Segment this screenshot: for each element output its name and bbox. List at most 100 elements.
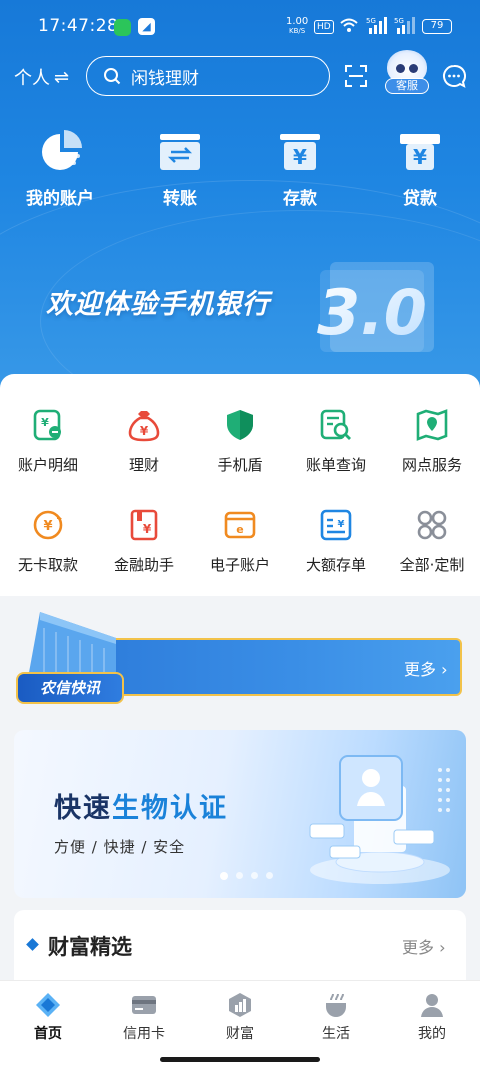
quick-action-label: 存款 [283, 189, 317, 209]
e-account-icon: e [224, 511, 256, 539]
svg-text:5G: 5G [366, 17, 376, 25]
account-pie-icon [42, 130, 82, 170]
credit-card-icon [132, 996, 156, 1014]
wealth-more-link[interactable]: 更多 › [402, 934, 446, 958]
service-label: 大额存单 [305, 556, 366, 574]
wifi-icon [340, 18, 358, 32]
account-type-switch[interactable]: 个人 ⇌ [14, 64, 69, 90]
svg-text:5G: 5G [394, 17, 404, 25]
quick-action-label: 我的账户 [26, 189, 94, 209]
wechat-notification-icon [114, 19, 131, 36]
svg-text:¥: ¥ [43, 519, 52, 534]
service-e-account[interactable]: e 电子账户 [192, 508, 288, 608]
diamond-icon [26, 938, 39, 951]
news-more-link[interactable]: 更多 › [404, 656, 448, 680]
carousel-dot[interactable] [236, 872, 243, 879]
message-icon[interactable] [442, 64, 466, 88]
wealth-section: 财富精选 更多 › [14, 910, 466, 980]
version-number: 3.0 [317, 276, 427, 349]
quick-action-deposit[interactable]: ¥ 存款 [240, 128, 360, 209]
signal-sim1-icon: 5G [366, 17, 387, 34]
all-grid-icon [417, 510, 447, 540]
service-branch[interactable]: 网点服务 [384, 408, 480, 508]
customer-service-label: 客服 [385, 78, 429, 94]
service-label: 手机盾 [217, 456, 263, 474]
home-indicator[interactable] [160, 1057, 320, 1062]
quick-actions: 我的账户 转账 ¥ 存款 ¥ 贷款 [0, 128, 480, 209]
news-banner[interactable]: 农信快讯 更多 › [14, 608, 466, 704]
hd-indicator: HD [314, 20, 334, 34]
biometric-title: 快速生物认证 [54, 786, 228, 825]
carousel-indicator[interactable] [220, 872, 273, 880]
quick-action-label: 转账 [163, 189, 197, 209]
service-label: 账户明细 [17, 456, 78, 474]
life-icon [326, 993, 346, 1017]
tab-label: 财富 [226, 1026, 254, 1042]
bank-building-image [28, 612, 116, 682]
tab-mine[interactable]: 我的 [384, 981, 480, 1043]
svg-text:¥: ¥ [41, 416, 49, 429]
service-label: 电子账户 [209, 556, 270, 574]
carousel-dot[interactable] [251, 872, 258, 879]
transfer-icon [160, 134, 200, 170]
account-detail-icon: ¥ [33, 409, 61, 441]
service-all-custom[interactable]: 全部·定制 [384, 508, 480, 608]
quick-action-loan[interactable]: ¥ 贷款 [360, 128, 480, 209]
status-bar: 17:47:28 ◢ 1.00 KB/S HD 5G 5G 79 [0, 0, 480, 56]
net-speed-value: 1.00 [286, 16, 309, 27]
service-label: 账单查询 [305, 456, 366, 474]
map-pin-icon [416, 409, 448, 441]
battery-indicator: 79 [422, 19, 452, 34]
service-phone-shield[interactable]: 手机盾 [192, 408, 288, 508]
biometric-title-highlight: 生物认证 [112, 793, 228, 824]
news-badge: 农信快讯 [16, 672, 124, 704]
net-speed: 1.00 KB/S [286, 17, 308, 36]
top-bar: 个人 ⇌ 闲钱理财 客服 [0, 50, 480, 96]
search-icon [104, 68, 121, 85]
svg-text:¥: ¥ [338, 519, 345, 530]
signal-sim2-icon: 5G [394, 17, 415, 34]
quick-action-transfer[interactable]: 转账 [120, 128, 240, 209]
tab-home[interactable]: 首页 [0, 981, 96, 1043]
wealth-icon [229, 993, 251, 1017]
service-bill-query[interactable]: 账单查询 [288, 408, 384, 508]
tab-credit-card[interactable]: 信用卡 [96, 981, 192, 1043]
biometric-subtitle: 方便 / 快捷 / 安全 [54, 838, 186, 856]
service-finance-assistant[interactable]: ¥ 金融助手 [96, 508, 192, 608]
account-type-label: 个人 [14, 68, 50, 89]
tab-label: 首页 [34, 1026, 62, 1042]
service-label: 无卡取款 [17, 556, 78, 574]
money-bag-icon: ¥ [128, 411, 160, 442]
service-label: 全部·定制 [399, 556, 465, 574]
mascot-eye-right [409, 64, 418, 73]
service-wealth-management[interactable]: ¥ 理财 [96, 408, 192, 508]
quick-action-my-account[interactable]: 我的账户 [0, 128, 120, 209]
news-more-label: 更多 [404, 660, 437, 679]
svg-text:¥: ¥ [143, 522, 152, 536]
biometric-banner[interactable]: 快速生物认证 方便 / 快捷 / 安全 [14, 730, 466, 898]
search-box[interactable]: 闲钱理财 [86, 56, 330, 96]
service-label: 理财 [128, 456, 159, 474]
service-cardless-withdraw[interactable]: ¥ 无卡取款 [0, 508, 96, 608]
loan-icon: ¥ [400, 134, 440, 170]
service-large-deposit[interactable]: ¥ 大额存单 [288, 508, 384, 608]
service-label: 金融助手 [113, 556, 174, 574]
svg-text:¥: ¥ [140, 424, 149, 438]
biometric-title-prefix: 快速 [54, 793, 112, 824]
large-deposit-icon: ¥ [320, 509, 352, 541]
tab-wealth[interactable]: 财富 [192, 981, 288, 1043]
search-placeholder: 闲钱理财 [131, 68, 199, 89]
carousel-dot[interactable] [266, 872, 273, 879]
tab-life[interactable]: 生活 [288, 981, 384, 1043]
customer-service-button[interactable]: 客服 [382, 50, 432, 100]
scan-icon[interactable] [345, 65, 367, 87]
carousel-dot[interactable] [220, 872, 228, 880]
tab-label: 生活 [322, 1026, 350, 1042]
home-icon [36, 993, 60, 1017]
profile-icon [421, 994, 443, 1017]
shield-icon [227, 410, 253, 440]
status-time: 17:47:28 [38, 16, 119, 36]
tab-label: 信用卡 [123, 1026, 165, 1042]
swap-icon: ⇌ [54, 66, 70, 88]
service-account-detail[interactable]: ¥ 账户明细 [0, 408, 96, 508]
